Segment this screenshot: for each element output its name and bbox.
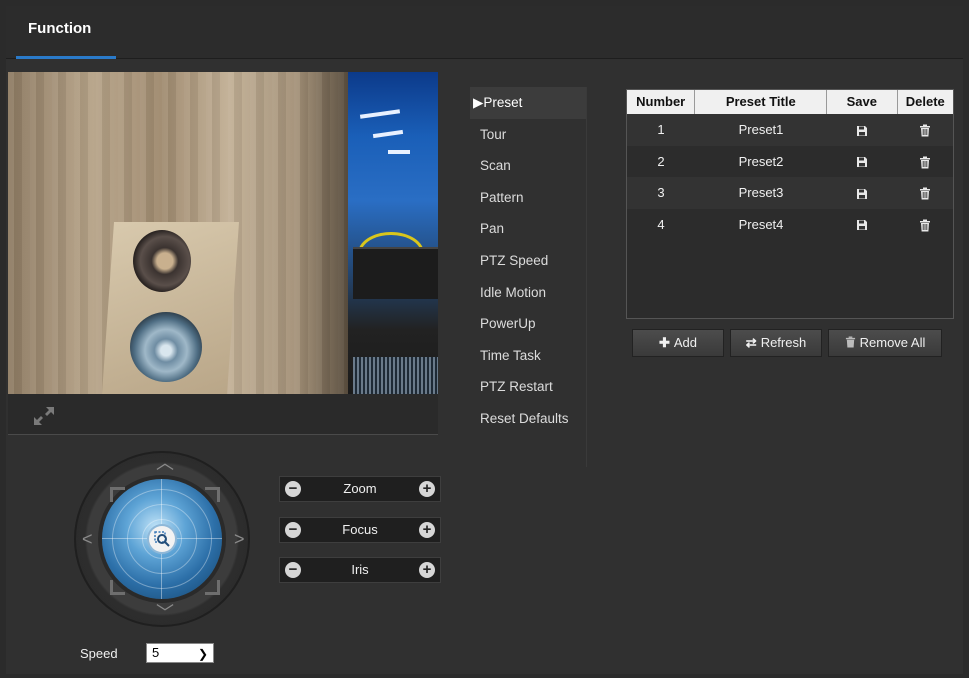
table-row[interactable]: 2 Preset2: [627, 146, 953, 178]
column-save: Save: [827, 90, 898, 114]
menu-item-powerup[interactable]: PowerUp: [470, 308, 586, 340]
remove-all-label: Remove All: [859, 335, 926, 350]
preset-number: 3: [657, 185, 665, 200]
expand-arrows-icon[interactable]: [32, 405, 56, 427]
speed-select[interactable]: 5 ❯: [146, 643, 214, 663]
video-toolbar: [8, 394, 438, 435]
zoom-out-button[interactable]: −: [285, 481, 301, 497]
trash-icon[interactable]: [919, 124, 931, 137]
video-scene-blinds: [353, 357, 438, 394]
floppy-disk-icon[interactable]: [856, 219, 868, 231]
add-label: Add: [673, 335, 698, 350]
pan-left-icon[interactable]: <: [82, 530, 93, 548]
preset-table: Number Preset Title Save Delete 1 Preset…: [626, 89, 954, 319]
delete-cell: [897, 177, 953, 209]
zoom-control: − Zoom +: [279, 476, 441, 502]
column-delete: Delete: [905, 94, 945, 109]
floppy-disk-icon[interactable]: [856, 156, 868, 168]
focus-label: Focus: [342, 522, 378, 537]
pan-up-left-icon[interactable]: [110, 487, 125, 502]
speed-label: Speed: [80, 646, 118, 661]
refresh-label: Refresh: [760, 335, 807, 350]
iris-plus-button[interactable]: +: [419, 562, 435, 578]
remove-all-button[interactable]: Remove All: [828, 329, 942, 357]
delete-cell: [897, 114, 953, 146]
preset-title[interactable]: Preset1: [695, 114, 827, 146]
tab-function[interactable]: Function: [16, 6, 116, 58]
table-header: Number Preset Title Save Delete: [627, 90, 953, 114]
refresh-button[interactable]: ⇄ Refresh: [730, 329, 822, 357]
chevron-down-icon: ❯: [197, 647, 208, 661]
menu-item-scan[interactable]: Scan: [470, 150, 586, 182]
focus-minus-button[interactable]: −: [285, 522, 301, 538]
top-bar: Function: [6, 6, 963, 59]
speed-value: 5: [152, 645, 160, 660]
preset-number: 1: [657, 122, 665, 137]
pan-right-icon[interactable]: >: [234, 530, 245, 548]
preset-title[interactable]: Preset2: [695, 146, 827, 178]
menu-item-pan[interactable]: Pan: [470, 213, 586, 245]
video-scene-shadow: [298, 72, 348, 394]
column-preset-title: Preset Title: [695, 90, 828, 114]
app-frame: Function ︿ ﹀ < > − Zoom + − Focus + − Ir…: [6, 6, 963, 674]
trash-icon[interactable]: [919, 219, 931, 232]
preset-title[interactable]: Preset3: [695, 177, 827, 209]
floppy-disk-icon[interactable]: [856, 125, 868, 137]
menu-item-preset[interactable]: ▶Preset: [470, 87, 586, 119]
preset-number: 4: [657, 216, 665, 232]
save-cell: [827, 177, 897, 209]
video-scene-equipment: [353, 247, 438, 299]
menu-item-ptz-restart[interactable]: PTZ Restart: [470, 371, 586, 403]
video-scene-nut-top: [133, 230, 191, 292]
video-scene-light: [388, 150, 410, 154]
floppy-disk-icon[interactable]: [856, 188, 868, 200]
focus-plus-button[interactable]: +: [419, 522, 435, 538]
main-area: ︿ ﹀ < > − Zoom + − Focus + − Iris + Spee…: [6, 59, 963, 674]
zoom-search-icon[interactable]: [149, 526, 175, 552]
pan-up-right-icon[interactable]: [205, 487, 220, 502]
plus-icon: ✚: [658, 335, 670, 350]
pan-down-icon[interactable]: ﹀: [156, 604, 174, 622]
trash-icon: [845, 336, 855, 348]
iris-label: Iris: [351, 562, 369, 577]
pan-down-right-icon[interactable]: [205, 580, 220, 595]
menu-item-ptz-speed[interactable]: PTZ Speed: [470, 245, 586, 277]
menu-item-idle-motion[interactable]: Idle Motion: [470, 277, 586, 309]
live-video-view[interactable]: [8, 72, 438, 394]
add-button[interactable]: ✚ Add: [632, 329, 724, 357]
column-number: Number: [627, 90, 696, 114]
zoom-in-button[interactable]: +: [419, 481, 435, 497]
menu-item-reset-defaults[interactable]: Reset Defaults: [470, 403, 586, 435]
video-scene-nut-bottom: [130, 312, 202, 382]
trash-icon[interactable]: [919, 156, 931, 169]
save-cell: [827, 209, 897, 241]
save-cell: [827, 114, 897, 146]
menu-divider: [586, 87, 587, 467]
iris-minus-button[interactable]: −: [285, 562, 301, 578]
menu-item-tour[interactable]: Tour: [470, 119, 586, 151]
zoom-label: Zoom: [343, 481, 377, 496]
menu-item-time-task[interactable]: Time Task: [470, 340, 586, 372]
preset-number: 2: [657, 153, 665, 169]
table-row[interactable]: 1 Preset1: [627, 114, 953, 146]
trash-icon[interactable]: [919, 187, 931, 200]
table-row[interactable]: 3 Preset3: [627, 177, 953, 209]
pan-down-left-icon[interactable]: [110, 580, 125, 595]
table-body: 1 Preset1 2 Preset2 3 Preset3 4 Preset4: [627, 114, 953, 240]
preset-title[interactable]: Preset4: [695, 209, 827, 241]
menu-item-pattern[interactable]: Pattern: [470, 182, 586, 214]
focus-control: − Focus +: [279, 517, 441, 543]
ptz-function-menu: ▶Preset Tour Scan Pattern Pan PTZ Speed …: [470, 87, 586, 435]
table-row[interactable]: 4 Preset4: [627, 209, 953, 241]
iris-control: − Iris +: [279, 557, 441, 583]
delete-cell: [897, 209, 953, 241]
delete-cell: [897, 146, 953, 178]
refresh-icon: ⇄: [745, 335, 757, 350]
pan-up-icon[interactable]: ︿: [156, 454, 174, 472]
save-cell: [827, 146, 897, 178]
